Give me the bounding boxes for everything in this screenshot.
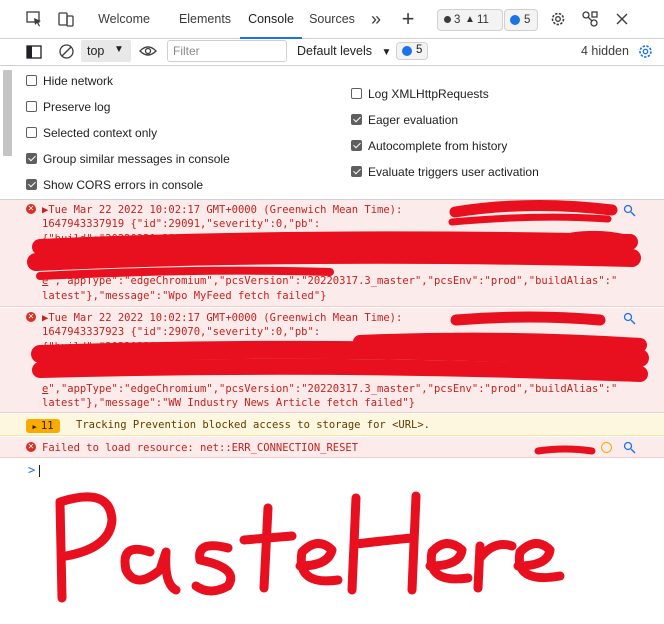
checkbox[interactable]	[351, 88, 362, 99]
message-line[interactable]: ▶Tue Mar 22 2022 10:02:17 GMT+0000 (Gree…	[42, 204, 402, 216]
inspect-element-icon[interactable]	[24, 9, 44, 29]
chevron-down-icon: ▼	[114, 44, 124, 55]
console-error-message: ✕ ▶Tue Mar 22 2022 10:02:17 GMT+0000 (Gr…	[0, 308, 664, 413]
issues-icon	[510, 15, 520, 25]
issues-button[interactable]: 5	[396, 42, 428, 60]
filter-input[interactable]	[167, 40, 287, 62]
error-icon: ✕	[26, 312, 36, 322]
log-levels-label: Default levels	[297, 44, 373, 58]
message-line: {"build":"20220321.380","customMessage":…	[42, 233, 548, 245]
search-icon[interactable]	[623, 441, 636, 454]
issues-icon	[402, 46, 412, 56]
clear-console-icon[interactable]	[58, 43, 75, 60]
checkbox[interactable]	[351, 140, 362, 151]
message-line: 1647943337919 {"id":29091,"severity":0,"…	[42, 218, 321, 230]
message-text[interactable]: Tracking Prevention blocked access to st…	[76, 419, 430, 431]
checkbox[interactable]	[26, 127, 37, 138]
error-warning-counter[interactable]: 3 ▲ 11	[437, 9, 503, 31]
warning-repeat-badge: ▶ 11	[26, 419, 60, 433]
more-tabs-button[interactable]: »	[364, 0, 388, 38]
connected-devices-icon[interactable]	[580, 9, 600, 29]
chevron-down-icon: ▼	[381, 47, 392, 58]
warning-count: 11	[477, 14, 489, 26]
live-expression-eye-icon[interactable]	[139, 44, 157, 58]
error-icon	[444, 16, 451, 23]
tab-sources[interactable]: Sources	[302, 0, 362, 38]
checkbox[interactable]	[26, 75, 37, 86]
message-line: e","appType":"edgeChromium","pcsVersion"…	[42, 275, 618, 287]
checkbox[interactable]	[351, 166, 362, 177]
issues-counter[interactable]: 5	[504, 9, 538, 31]
warning-icon: ▲	[465, 14, 475, 25]
message-line: 1647943337923 {"id":29070,"severity":0,"…	[42, 326, 321, 338]
message-line: e","appType":"edgeChromium","pcsVersion"…	[42, 383, 618, 395]
device-emulation-icon[interactable]	[56, 9, 76, 29]
console-settings-panel: Hide network Preserve log Selected conte…	[0, 66, 664, 200]
console-warning-message: ▶ 11 Tracking Prevention blocked access …	[0, 414, 664, 436]
console-input-caret[interactable]	[39, 465, 40, 477]
context-selector[interactable]: top ▼	[81, 40, 131, 62]
search-icon[interactable]	[623, 204, 636, 217]
message-line: latest"},"message":"WW Industry News Art…	[42, 397, 415, 409]
checkbox[interactable]	[351, 114, 362, 125]
message-line[interactable]: ▶Tue Mar 22 2022 10:02:17 GMT+0000 (Gree…	[42, 312, 402, 324]
console-settings-gear-icon[interactable]	[637, 43, 654, 60]
tab-console[interactable]: Console	[240, 0, 302, 39]
search-icon[interactable]	[623, 312, 636, 325]
log-levels-dropdown[interactable]: Default levels ▼	[297, 44, 391, 58]
checkbox[interactable]	[26, 101, 37, 112]
devtools-tabbar: Welcome Elements Console Sources » + 3 ▲…	[0, 0, 664, 39]
info-icon[interactable]	[601, 442, 612, 453]
add-tab-button[interactable]: +	[396, 0, 420, 38]
error-icon: ✕	[26, 442, 36, 452]
console-scrollbar-thumb[interactable]	[3, 70, 12, 156]
hidden-count: 4 hidden	[581, 44, 629, 58]
error-icon: ✕	[26, 204, 36, 214]
issues-count: 5	[416, 44, 423, 56]
console-toolbar: top ▼ Default levels ▼ 5 4 hidden	[0, 39, 664, 66]
close-icon[interactable]	[612, 9, 632, 29]
console-prompt-symbol: >	[28, 463, 36, 477]
gear-icon[interactable]	[548, 9, 568, 29]
message-line: latest"},"message":"Wpo MyFeed fetch fai…	[42, 290, 327, 302]
context-value: top	[87, 44, 105, 58]
checkbox[interactable]	[26, 153, 37, 164]
console-error-message: ✕ Failed to load resource: net::ERR_CONN…	[0, 437, 664, 458]
message-text[interactable]: Failed to load resource: net::ERR_CONNEC…	[42, 442, 358, 454]
tab-elements[interactable]: Elements	[170, 0, 240, 38]
checkbox[interactable]	[26, 179, 37, 190]
sidebar-toggle-icon[interactable]	[26, 44, 42, 60]
tab-welcome[interactable]: Welcome	[88, 0, 160, 38]
issues-count: 5	[524, 14, 531, 26]
console-error-message: ✕ ▶Tue Mar 22 2022 10:02:17 GMT+0000 (Gr…	[0, 200, 664, 307]
message-line: {"build":"20220321.380","customMessage":…	[42, 341, 359, 353]
error-count: 3	[454, 14, 461, 26]
